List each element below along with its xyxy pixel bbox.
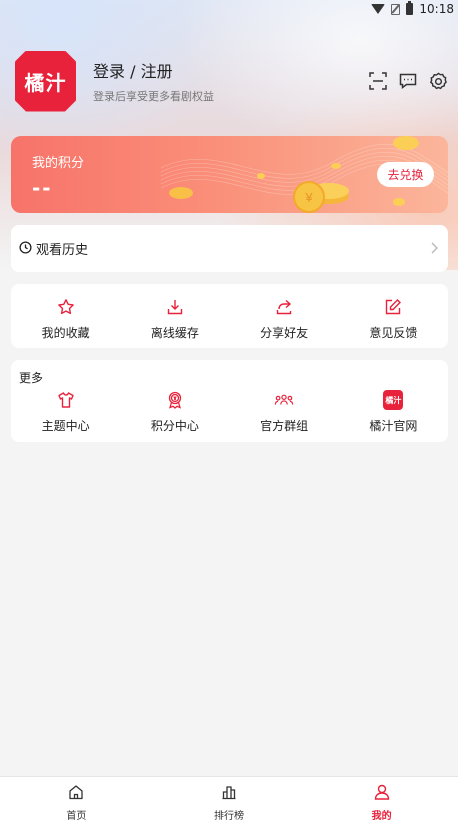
tab-home[interactable]: 首页 bbox=[0, 777, 153, 820]
exchange-button[interactable]: 去兑换 bbox=[377, 162, 434, 187]
quick-actions: 我的收藏 离线缓存 分享好友 意见反馈 bbox=[11, 284, 448, 348]
chevron-right-icon bbox=[430, 239, 438, 258]
more-section: 更多 主题中心 积分中心 官方群组 橘汁 橘汁官网 bbox=[11, 360, 448, 442]
points-title: 我的积分 bbox=[32, 156, 85, 171]
no-sim-icon bbox=[391, 3, 401, 15]
battery-icon bbox=[406, 1, 414, 15]
points-value: -- bbox=[32, 176, 53, 200]
share-icon bbox=[274, 297, 294, 317]
group-icon bbox=[274, 390, 294, 410]
tab-home-label: 首页 bbox=[66, 811, 87, 820]
profile-icon bbox=[374, 784, 390, 804]
bottom-tab-bar: 首页 排行榜 我的 bbox=[0, 776, 458, 820]
favorites-button[interactable]: 我的收藏 bbox=[11, 284, 120, 348]
home-icon bbox=[68, 784, 84, 804]
shirt-icon bbox=[56, 390, 76, 410]
download-icon bbox=[165, 297, 185, 317]
share-friends-button[interactable]: 分享好友 bbox=[230, 284, 339, 348]
points-center-label: 积分中心 bbox=[150, 419, 199, 433]
official-groups-button[interactable]: 官方群组 bbox=[230, 390, 339, 434]
login-subtitle: 登录后享受更多看剧权益 bbox=[93, 90, 214, 103]
settings-icon[interactable] bbox=[428, 71, 448, 91]
points-card[interactable]: ¥ 我的积分 -- 去兑换 bbox=[11, 136, 448, 213]
status-time: 10:18 bbox=[419, 2, 454, 16]
official-site-button[interactable]: 橘汁 橘汁官网 bbox=[339, 390, 448, 434]
feedback-label: 意见反馈 bbox=[369, 326, 418, 340]
tab-profile[interactable]: 我的 bbox=[305, 777, 458, 820]
app-logo[interactable]: 橘汁 bbox=[15, 50, 76, 112]
wifi-icon bbox=[371, 4, 386, 14]
svg-text:¥: ¥ bbox=[304, 190, 313, 205]
message-icon[interactable] bbox=[398, 71, 418, 91]
watch-history-label: 观看历史 bbox=[36, 243, 89, 258]
scan-icon[interactable] bbox=[368, 71, 388, 91]
site-logo-text: 橘汁 bbox=[383, 390, 404, 410]
profile-header: 橘汁 登录 / 注册 登录后享受更多看剧权益 bbox=[15, 50, 448, 112]
feedback-button[interactable]: 意见反馈 bbox=[339, 284, 448, 348]
star-icon bbox=[56, 297, 76, 317]
official-site-label: 橘汁官网 bbox=[369, 419, 418, 433]
theme-center-button[interactable]: 主题中心 bbox=[11, 390, 120, 434]
edit-icon bbox=[383, 297, 403, 317]
more-title: 更多 bbox=[19, 371, 44, 385]
tab-ranking[interactable]: 排行榜 bbox=[153, 777, 306, 820]
site-logo-icon: 橘汁 bbox=[383, 390, 404, 410]
tab-ranking-label: 排行榜 bbox=[214, 811, 244, 820]
offline-cache-label: 离线缓存 bbox=[150, 326, 199, 340]
offline-cache-button[interactable]: 离线缓存 bbox=[120, 284, 229, 348]
login-title[interactable]: 登录 / 注册 bbox=[93, 58, 214, 82]
watch-history-row[interactable]: 观看历史 bbox=[11, 225, 448, 272]
official-groups-label: 官方群组 bbox=[260, 419, 309, 433]
theme-center-label: 主题中心 bbox=[41, 419, 90, 433]
points-center-button[interactable]: 积分中心 bbox=[120, 390, 229, 434]
tab-profile-label: 我的 bbox=[371, 811, 392, 820]
share-friends-label: 分享好友 bbox=[260, 326, 309, 340]
badge-icon bbox=[165, 390, 185, 410]
login-area[interactable]: 登录 / 注册 登录后享受更多看剧权益 bbox=[93, 58, 214, 104]
favorites-label: 我的收藏 bbox=[41, 326, 90, 340]
status-bar: 10:18 bbox=[0, 0, 458, 18]
ranking-icon bbox=[221, 784, 237, 804]
clock-icon bbox=[19, 239, 32, 258]
